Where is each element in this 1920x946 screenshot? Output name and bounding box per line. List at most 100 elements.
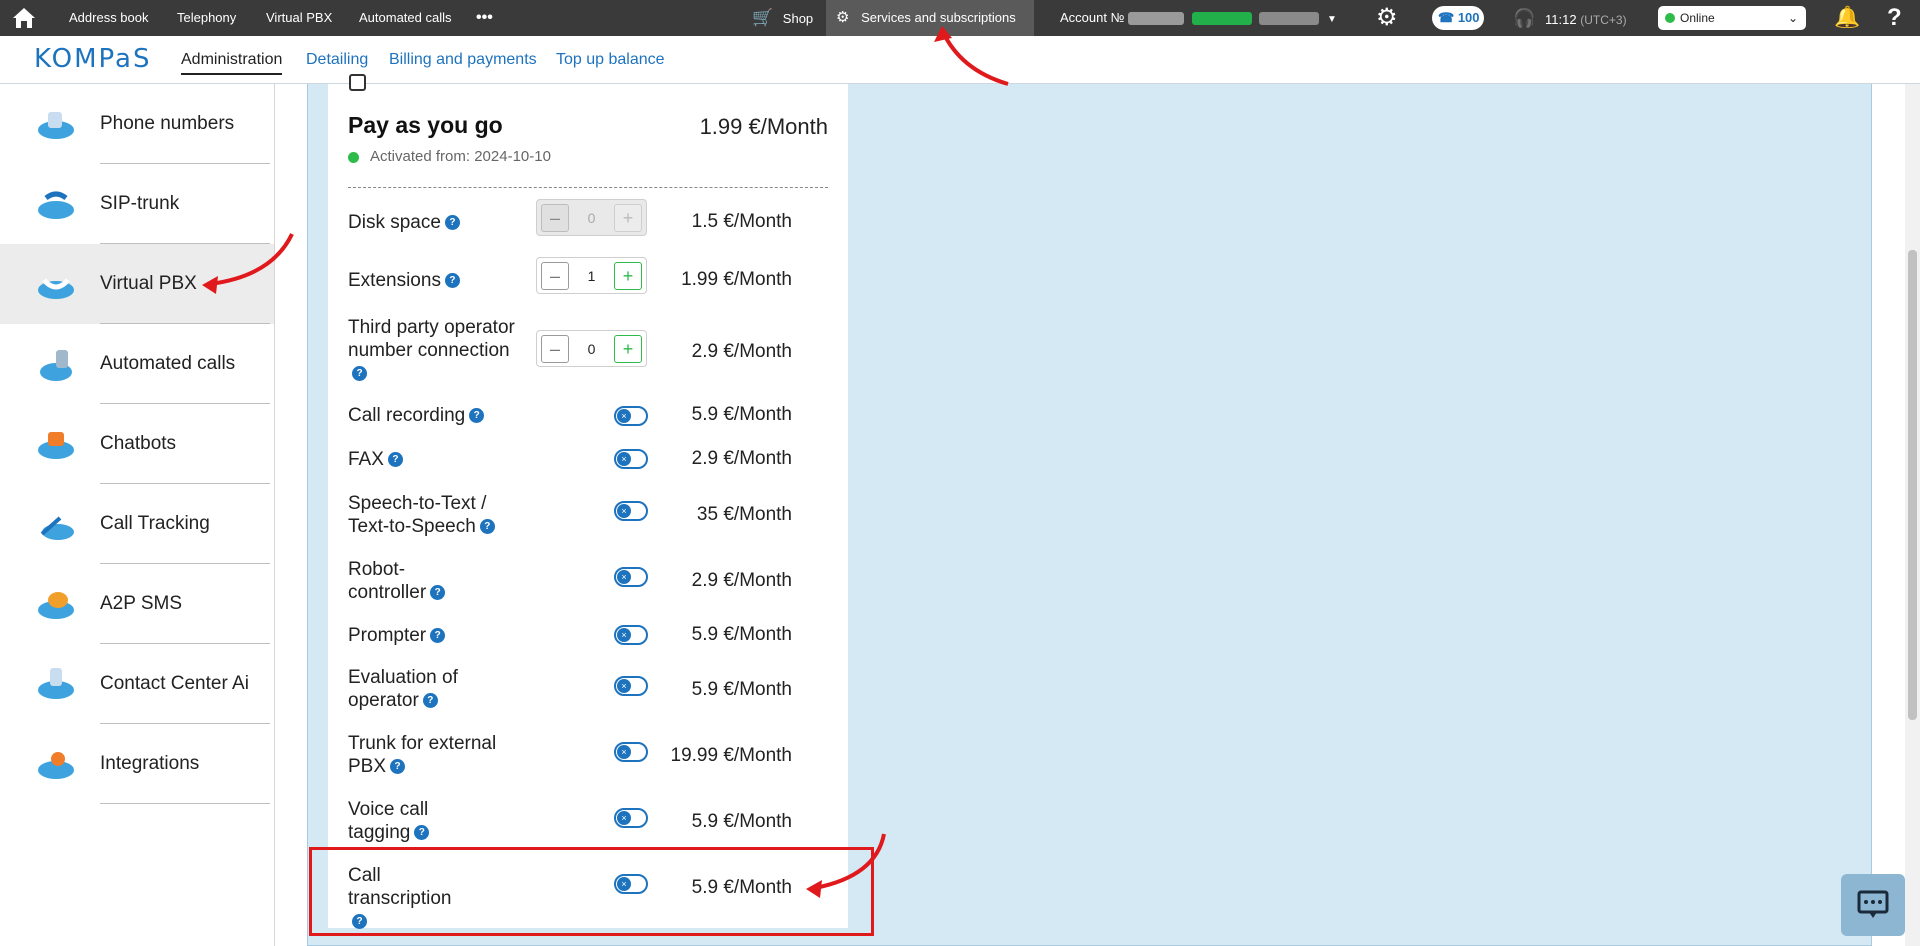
sub-navigation: KOMPaS Administration Detailing Billing … <box>0 36 1920 84</box>
toggle-off-icon: × <box>617 570 631 584</box>
services-subscriptions-tab[interactable]: ⚙ Services and subscriptions <box>826 0 1034 36</box>
help-icon[interactable]: ? <box>352 366 367 381</box>
help-icon[interactable]: ? <box>414 825 430 840</box>
shop-link[interactable]: 🛒 Shop <box>752 0 813 36</box>
divider <box>100 803 270 804</box>
fax-toggle[interactable]: × <box>614 449 648 469</box>
robot-controller-toggle[interactable]: × <box>614 567 648 587</box>
sidebar-item-label: Call Tracking <box>100 513 210 534</box>
toggle-off-icon: × <box>617 811 631 825</box>
help-icon[interactable]: ? <box>444 273 460 288</box>
nav-automated-calls[interactable]: Automated calls <box>359 0 452 36</box>
clock-timezone: (UTC+3) <box>1580 13 1627 27</box>
help-icon[interactable]: ? <box>387 452 403 467</box>
chevron-down-icon: ⌄ <box>1787 11 1798 25</box>
sidebar-item-chatbots[interactable]: Chatbots <box>0 404 274 484</box>
option-name: FAX? <box>348 448 518 471</box>
scrollbar-thumb[interactable] <box>1908 250 1917 720</box>
tab-billing-payments[interactable]: Billing and payments <box>389 51 537 69</box>
clock-widget: 🎧 11:12 (UTC+3) <box>1513 0 1627 36</box>
option-name: Call recording? <box>348 404 518 427</box>
sidebar-item-label: Virtual PBX <box>100 273 197 294</box>
calls-badge[interactable]: ☎ 100 <box>1432 6 1484 30</box>
increment-button[interactable]: + <box>614 262 642 290</box>
plan-price: 1.99 €/Month <box>699 114 828 139</box>
more-menu-icon[interactable]: ••• <box>476 0 493 36</box>
help-icon[interactable]: ? <box>390 759 406 774</box>
option-name: Disk space? <box>348 211 518 234</box>
sidebar-item-a2p-sms[interactable]: A2P SMS <box>0 564 274 644</box>
prompter-toggle[interactable]: × <box>614 625 648 645</box>
account-balance-redacted <box>1191 12 1252 26</box>
sidebar-item-call-tracking[interactable]: Call Tracking <box>0 484 274 564</box>
chevron-down-icon: ▼ <box>1327 14 1337 25</box>
active-status-dot <box>348 152 359 163</box>
help-icon[interactable]: ? <box>430 585 446 600</box>
option-price: 5.9 €/Month <box>691 404 792 425</box>
help-icon[interactable]: ? <box>430 628 446 643</box>
help-icon[interactable]: ? <box>1887 0 1902 36</box>
phone-icon: ☎ <box>1438 10 1455 25</box>
stepper-value[interactable]: 1 <box>571 258 612 295</box>
calls-count: 100 <box>1457 10 1480 25</box>
sidebar-item-contact-center[interactable]: Contact Center Ai <box>0 644 274 724</box>
increment-button: + <box>614 204 642 232</box>
option-name: Prompter? <box>348 624 518 647</box>
nav-virtual-pbx[interactable]: Virtual PBX <box>266 0 332 36</box>
automated-calls-icon <box>40 350 72 381</box>
option-name: Robot-controller? <box>348 558 448 604</box>
sidebar-item-label: Phone numbers <box>100 113 235 134</box>
sidebar-item-integrations[interactable]: Integrations <box>0 724 274 804</box>
sidebar-item-sip-trunk[interactable]: SIP-trunk <box>0 164 274 244</box>
divider <box>348 187 828 188</box>
account-number-redacted <box>1128 12 1185 26</box>
status-select[interactable]: Online ⌄ <box>1658 6 1806 30</box>
plan-activated: Activated from: 2024-10-10 <box>348 148 551 165</box>
bell-icon[interactable]: 🔔 <box>1834 0 1860 36</box>
decrement-button[interactable]: – <box>541 335 569 363</box>
checkbox[interactable] <box>349 74 366 91</box>
shop-label: Shop <box>782 11 814 26</box>
decrement-button[interactable]: – <box>541 262 569 290</box>
tab-top-up-balance[interactable]: Top up balance <box>556 51 665 69</box>
option-price: 19.99 €/Month <box>670 745 792 766</box>
tab-detailing[interactable]: Detailing <box>306 51 368 69</box>
sidebar-item-virtual-pbx[interactable]: Virtual PBX <box>0 244 274 324</box>
account-selector[interactable]: Account № ▼ <box>1060 0 1345 36</box>
home-icon[interactable] <box>10 0 42 36</box>
option-name: Evaluation of operator? <box>348 667 458 711</box>
activated-date: Activated from: 2024-10-10 <box>370 148 551 165</box>
services-label: Services and subscriptions <box>861 10 1016 25</box>
sidebar-item-automated-calls[interactable]: Automated calls <box>0 324 274 404</box>
help-icon[interactable]: ? <box>469 408 485 423</box>
stepper-value[interactable]: 0 <box>571 331 612 368</box>
settings-gear-icon[interactable]: ⚙ <box>1376 0 1398 36</box>
virtual-pbx-icon <box>38 278 74 299</box>
disk-space-stepper: – 0 + <box>536 199 647 236</box>
nav-address-book[interactable]: Address book <box>69 0 149 36</box>
call-recording-toggle[interactable]: × <box>614 406 648 426</box>
voice-call-tagging-toggle[interactable]: × <box>614 808 648 828</box>
tab-administration[interactable]: Administration <box>181 51 283 75</box>
option-name: Voice call tagging? <box>348 799 430 843</box>
evaluation-toggle[interactable]: × <box>614 676 648 696</box>
extensions-stepper: – 1 + <box>536 257 647 294</box>
help-icon[interactable]: ? <box>422 693 438 708</box>
help-icon[interactable]: ? <box>479 519 495 534</box>
sidebar-item-label: Integrations <box>100 753 200 774</box>
speech-to-text-toggle[interactable]: × <box>614 501 648 521</box>
plan-title: Pay as you go <box>348 112 503 138</box>
nav-telephony[interactable]: Telephony <box>177 0 236 36</box>
clock-time: 11:12 <box>1545 12 1577 27</box>
trunk-external-pbx-toggle[interactable]: × <box>614 742 648 762</box>
increment-button[interactable]: + <box>614 335 642 363</box>
kompas-logo[interactable]: KOMPaS <box>34 44 151 74</box>
help-icon[interactable]: ? <box>444 215 460 230</box>
sidebar-item-phone-numbers[interactable]: Phone numbers <box>0 84 274 164</box>
toggle-off-icon: × <box>617 452 631 466</box>
option-price: 35 €/Month <box>696 504 792 525</box>
chatbots-icon <box>38 432 74 459</box>
chat-button[interactable] <box>1841 874 1905 936</box>
sidebar-item-label: SIP-trunk <box>100 193 180 214</box>
toggle-off-icon: × <box>617 679 631 693</box>
